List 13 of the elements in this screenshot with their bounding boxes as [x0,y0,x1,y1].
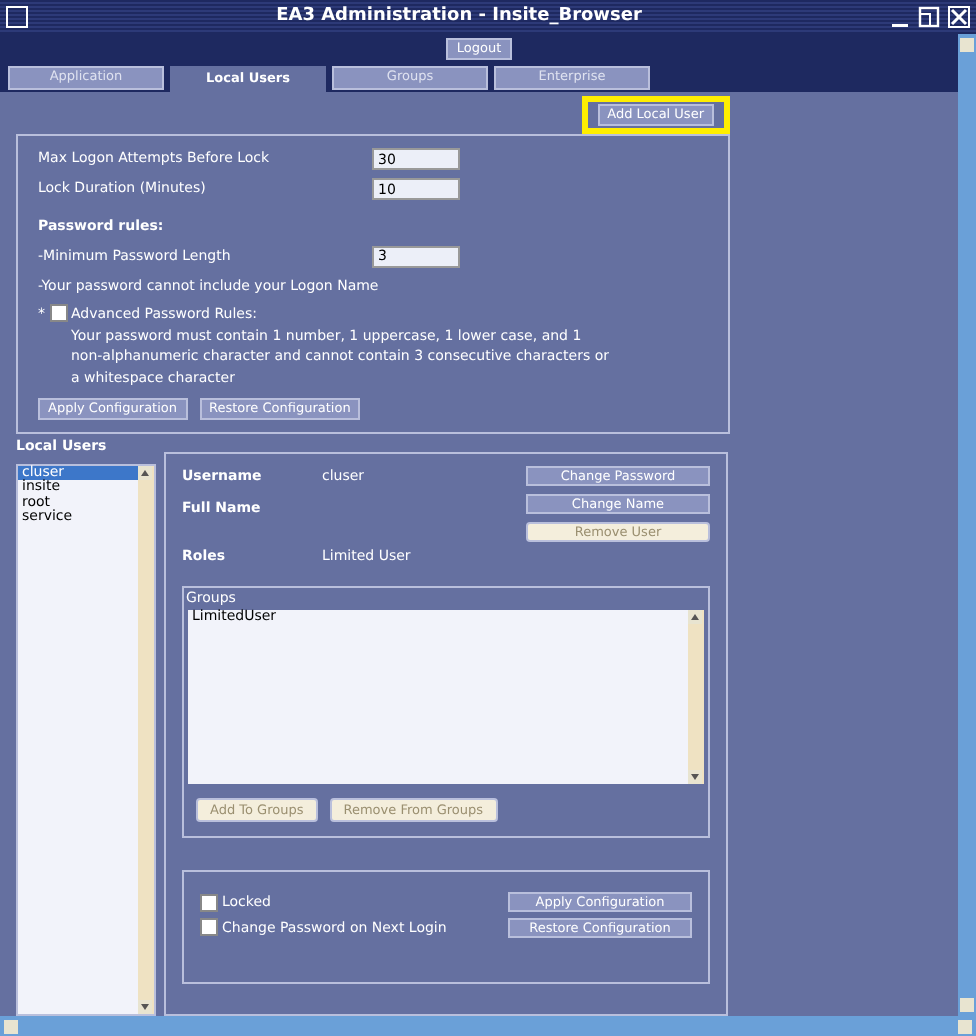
checkbox[interactable] [200,893,218,912]
scroll-up-icon[interactable] [138,465,152,479]
horizontal-scrollbar[interactable] [0,1016,976,1036]
scroll-up-icon[interactable] [688,609,702,623]
checkbox[interactable] [200,918,218,937]
scroll-down-icon[interactable] [688,770,702,784]
window-title: EA3 Administration - Insite_Browser [274,3,644,30]
window-menu-icon[interactable] [6,6,28,28]
scroll-down-icon[interactable] [138,1000,152,1014]
maximize-icon[interactable] [918,6,940,28]
checkbox[interactable] [49,304,67,322]
vertical-scrollbar[interactable] [958,34,976,1016]
close-icon[interactable] [948,6,970,28]
